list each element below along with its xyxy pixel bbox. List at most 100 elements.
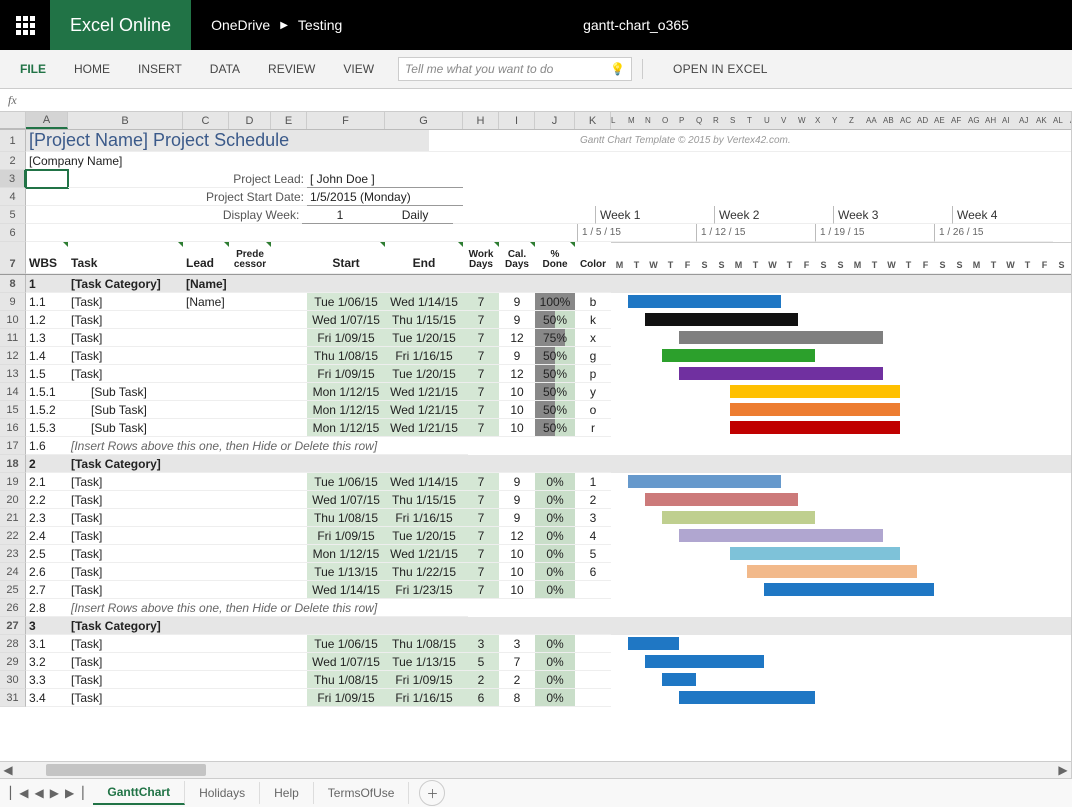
cell-blank[interactable] — [271, 329, 307, 347]
week-date[interactable]: 1 / 5 / 15 — [577, 224, 696, 242]
sheet-tab-termsofuse[interactable]: TermsOfUse — [314, 782, 410, 804]
wbs-cell[interactable]: 3.2 — [26, 653, 68, 671]
cal-days-cell[interactable] — [499, 275, 535, 293]
gantt-bar[interactable] — [662, 511, 815, 524]
wbs-cell[interactable]: 1.3 — [26, 329, 68, 347]
header-lead[interactable]: Lead — [183, 242, 229, 274]
color-cell[interactable]: x — [575, 329, 611, 347]
col-header-A[interactable]: A — [26, 112, 68, 129]
start-cell[interactable]: Mon 1/12/15 — [307, 401, 385, 419]
gantt-bar[interactable] — [679, 367, 883, 380]
work-days-cell[interactable]: 7 — [463, 347, 499, 365]
display-week-num[interactable]: 1 — [302, 206, 377, 224]
end-cell[interactable]: Thu 1/22/15 — [385, 563, 463, 581]
pred-cell[interactable] — [229, 455, 271, 473]
gantt-bar[interactable] — [679, 691, 815, 704]
display-week-mode[interactable]: Daily — [377, 206, 452, 224]
pct-done-cell[interactable]: 50% — [535, 347, 575, 365]
task-name-cell[interactable]: [Task] — [68, 347, 183, 365]
cell-blank[interactable] — [271, 563, 307, 581]
project-lead-value[interactable]: [ John Doe ] — [307, 170, 463, 188]
end-cell[interactable]: Wed 1/21/15 — [385, 401, 463, 419]
end-cell[interactable]: Wed 1/21/15 — [385, 383, 463, 401]
wbs-cell[interactable]: 3.3 — [26, 671, 68, 689]
end-cell[interactable]: Wed 1/21/15 — [385, 419, 463, 437]
project-lead-label[interactable]: Project Lead: — [183, 170, 307, 188]
color-cell[interactable]: 5 — [575, 545, 611, 563]
row-header-15[interactable]: 15 — [0, 401, 26, 419]
cal-days-cell[interactable]: 10 — [499, 545, 535, 563]
wbs-cell[interactable]: 3.4 — [26, 689, 68, 707]
col-header-R[interactable]: R — [713, 116, 730, 125]
color-cell[interactable]: 4 — [575, 527, 611, 545]
pred-cell[interactable] — [229, 581, 271, 599]
wbs-cell[interactable]: 1.4 — [26, 347, 68, 365]
pred-cell[interactable] — [229, 689, 271, 707]
pred-cell[interactable] — [229, 617, 271, 635]
gantt-bar[interactable] — [730, 547, 900, 560]
tab-nav-prev-icon[interactable]: ◀ — [34, 786, 43, 800]
gantt-bar[interactable] — [645, 313, 798, 326]
display-week-label[interactable]: Display Week: — [183, 206, 302, 224]
pred-cell[interactable] — [229, 527, 271, 545]
gantt-bar[interactable] — [662, 349, 815, 362]
wbs-cell[interactable]: 2.8 — [26, 599, 68, 617]
color-cell[interactable]: r — [575, 419, 611, 437]
task-name-cell[interactable]: [Task] — [68, 545, 183, 563]
row-header-7[interactable]: 7 — [0, 242, 26, 274]
pct-done-cell[interactable]: 0% — [535, 653, 575, 671]
wbs-cell[interactable]: 1.2 — [26, 311, 68, 329]
col-header-AK[interactable]: AK — [1036, 116, 1053, 125]
cell-blank[interactable] — [68, 206, 183, 224]
col-header-AG[interactable]: AG — [968, 116, 985, 125]
pct-done-cell[interactable]: 75% — [535, 329, 575, 347]
col-header-V[interactable]: V — [781, 116, 798, 125]
cell-blank[interactable] — [271, 365, 307, 383]
cal-days-cell[interactable]: 10 — [499, 563, 535, 581]
cell-blank[interactable] — [271, 617, 307, 635]
task-name-cell[interactable]: [Task Category] — [68, 455, 183, 473]
work-days-cell[interactable]: 7 — [463, 509, 499, 527]
row-header-25[interactable]: 25 — [0, 581, 26, 599]
add-sheet-button[interactable]: ＋ — [419, 780, 445, 806]
pct-done-cell[interactable]: 0% — [535, 671, 575, 689]
cell-blank[interactable] — [271, 671, 307, 689]
col-header-S[interactable]: S — [730, 116, 747, 125]
color-cell[interactable]: 1 — [575, 473, 611, 491]
company-name-cell[interactable]: [Company Name] — [26, 152, 68, 170]
wbs-cell[interactable]: 3 — [26, 617, 68, 635]
header-task[interactable]: Task — [68, 242, 183, 274]
wbs-cell[interactable]: 1.1 — [26, 293, 68, 311]
app-launcher[interactable] — [0, 0, 50, 50]
active-cell-A3[interactable] — [26, 170, 68, 188]
cell-blank[interactable] — [271, 509, 307, 527]
scrollbar-thumb[interactable] — [46, 764, 206, 776]
breadcrumb-folder[interactable]: Testing — [298, 17, 342, 33]
col-header-B[interactable]: B — [68, 112, 183, 129]
color-cell[interactable]: 2 — [575, 491, 611, 509]
task-name-cell[interactable]: [Task] — [68, 653, 183, 671]
lead-cell[interactable] — [183, 473, 229, 491]
breadcrumb-root[interactable]: OneDrive — [211, 17, 270, 33]
start-cell[interactable]: Tue 1/13/15 — [307, 563, 385, 581]
ribbon-tab-review[interactable]: REVIEW — [256, 50, 327, 88]
cal-days-cell[interactable]: 9 — [499, 473, 535, 491]
col-header-T[interactable]: T — [747, 116, 764, 125]
work-days-cell[interactable]: 7 — [463, 383, 499, 401]
wbs-cell[interactable]: 3.1 — [26, 635, 68, 653]
col-header-AL[interactable]: AL — [1053, 116, 1070, 125]
week-label[interactable]: Week 2 — [714, 206, 833, 224]
color-cell[interactable]: 6 — [575, 563, 611, 581]
cell-blank[interactable] — [68, 188, 183, 206]
col-header-K[interactable]: K — [575, 112, 611, 129]
pred-cell[interactable] — [229, 635, 271, 653]
pct-done-cell[interactable]: 0% — [535, 473, 575, 491]
start-cell[interactable]: Mon 1/12/15 — [307, 419, 385, 437]
lead-cell[interactable] — [183, 563, 229, 581]
color-cell[interactable] — [575, 581, 611, 599]
week-label[interactable]: Week 4 — [952, 206, 1071, 224]
row-header-19[interactable]: 19 — [0, 473, 26, 491]
end-cell[interactable] — [385, 275, 463, 293]
wbs-cell[interactable]: 2 — [26, 455, 68, 473]
end-cell[interactable]: Fri 1/16/15 — [385, 689, 463, 707]
